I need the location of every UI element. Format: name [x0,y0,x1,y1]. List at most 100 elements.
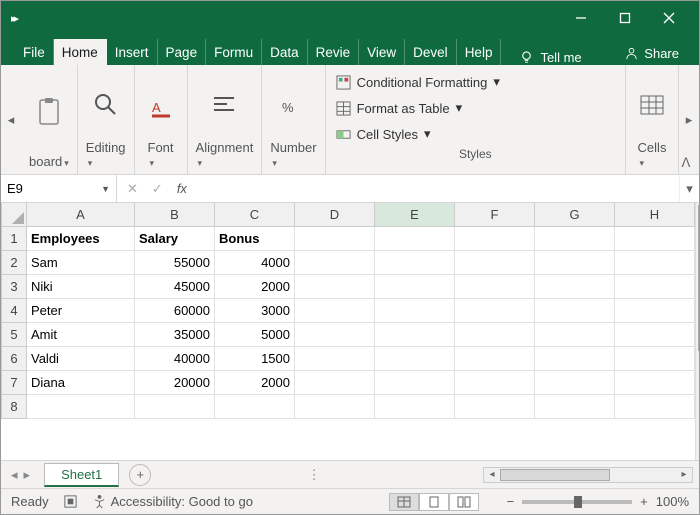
cell[interactable]: 60000 [135,299,215,323]
worksheet-grid[interactable]: A B C D E F G H 1 Employees Salary Bonus… [1,203,695,460]
row-header[interactable]: 4 [1,299,27,323]
page-layout-view-button[interactable] [419,493,449,511]
formula-expand-button[interactable]: ▾ [679,175,699,202]
zoom-control[interactable]: − + 100% [507,494,689,509]
col-header[interactable]: D [295,203,375,227]
cell[interactable] [455,251,535,275]
row-header[interactable]: 5 [1,323,27,347]
cell[interactable] [375,275,455,299]
cell[interactable]: 40000 [135,347,215,371]
tell-me[interactable]: Tell me [513,50,587,65]
col-header[interactable]: E [375,203,455,227]
sheet-nav[interactable]: ◂▸ [1,465,40,485]
cell[interactable]: Valdi [27,347,135,371]
percent-icon[interactable]: % [275,87,311,123]
col-header[interactable]: H [615,203,695,227]
cell[interactable] [375,227,455,251]
cell[interactable] [615,275,695,299]
cell[interactable]: 55000 [135,251,215,275]
cell[interactable] [375,371,455,395]
cell[interactable] [295,275,375,299]
cell[interactable]: 45000 [135,275,215,299]
col-header[interactable]: B [135,203,215,227]
row-header[interactable]: 6 [1,347,27,371]
formula-input[interactable] [197,175,679,202]
row-header[interactable]: 2 [1,251,27,275]
cell[interactable] [455,395,535,419]
cell[interactable]: 2000 [215,275,295,299]
maximize-button[interactable] [603,1,647,35]
tab-insert[interactable]: Insert [107,39,158,65]
tab-page-layout[interactable]: Page [158,39,207,65]
cell[interactable] [455,323,535,347]
cell[interactable] [295,227,375,251]
vertical-scrollbar[interactable] [695,203,699,460]
accept-icon[interactable]: ✓ [152,181,163,197]
cell[interactable] [295,299,375,323]
tab-developer[interactable]: Devel [405,39,457,65]
cell[interactable] [535,347,615,371]
accessibility-status[interactable]: Accessibility: Good to go [92,494,253,509]
cell[interactable]: Amit [27,323,135,347]
page-break-view-button[interactable] [449,493,479,511]
cell[interactable]: 3000 [215,299,295,323]
cell[interactable] [295,347,375,371]
cell[interactable] [615,299,695,323]
cell-styles-button[interactable]: Cell Styles▾ [336,121,615,147]
cell[interactable]: Sam [27,251,135,275]
cell[interactable] [455,227,535,251]
cell[interactable] [535,251,615,275]
cell[interactable] [455,347,535,371]
cell[interactable]: 4000 [215,251,295,275]
select-all-corner[interactable] [1,203,27,227]
cell[interactable] [295,395,375,419]
cell[interactable] [375,299,455,323]
macro-icon[interactable] [63,494,78,509]
clipboard-icon[interactable] [31,94,67,130]
cell[interactable] [215,395,295,419]
name-box[interactable]: E9▼ [1,175,117,202]
cell[interactable] [535,323,615,347]
cell[interactable]: 1500 [215,347,295,371]
cell[interactable] [375,251,455,275]
horizontal-scrollbar[interactable]: ◂▸ [483,467,693,483]
cell[interactable] [615,323,695,347]
cell[interactable] [615,395,695,419]
col-header[interactable]: C [215,203,295,227]
cell[interactable] [535,227,615,251]
cell[interactable]: 20000 [135,371,215,395]
cell[interactable]: Salary [135,227,215,251]
find-icon[interactable] [88,87,124,123]
cell[interactable] [535,275,615,299]
cell[interactable]: 5000 [215,323,295,347]
alignment-icon[interactable] [206,87,242,123]
format-as-table-button[interactable]: Format as Table▾ [336,95,615,121]
row-header[interactable]: 8 [1,395,27,419]
cell[interactable]: Peter [27,299,135,323]
cancel-icon[interactable]: ✕ [127,181,138,197]
tab-help[interactable]: Help [457,39,502,65]
cell[interactable] [375,395,455,419]
cell[interactable]: Diana [27,371,135,395]
zoom-in-button[interactable]: + [640,494,648,509]
cell[interactable] [535,371,615,395]
row-header[interactable]: 3 [1,275,27,299]
zoom-out-button[interactable]: − [507,494,515,509]
zoom-level[interactable]: 100% [656,494,689,509]
cell[interactable]: Bonus [215,227,295,251]
cell[interactable] [535,395,615,419]
font-icon[interactable]: A [143,87,179,123]
zoom-slider[interactable] [522,500,632,504]
cells-icon[interactable] [634,87,670,123]
col-header[interactable]: F [455,203,535,227]
tab-home[interactable]: Home [54,39,107,65]
new-sheet-button[interactable]: + [129,464,151,486]
cell[interactable] [535,299,615,323]
cell[interactable] [455,275,535,299]
row-header[interactable]: 7 [1,371,27,395]
cell[interactable] [375,323,455,347]
cell[interactable]: Employees [27,227,135,251]
share-button[interactable]: Share [618,42,685,65]
tab-file[interactable]: File [15,39,54,65]
cell[interactable]: 35000 [135,323,215,347]
